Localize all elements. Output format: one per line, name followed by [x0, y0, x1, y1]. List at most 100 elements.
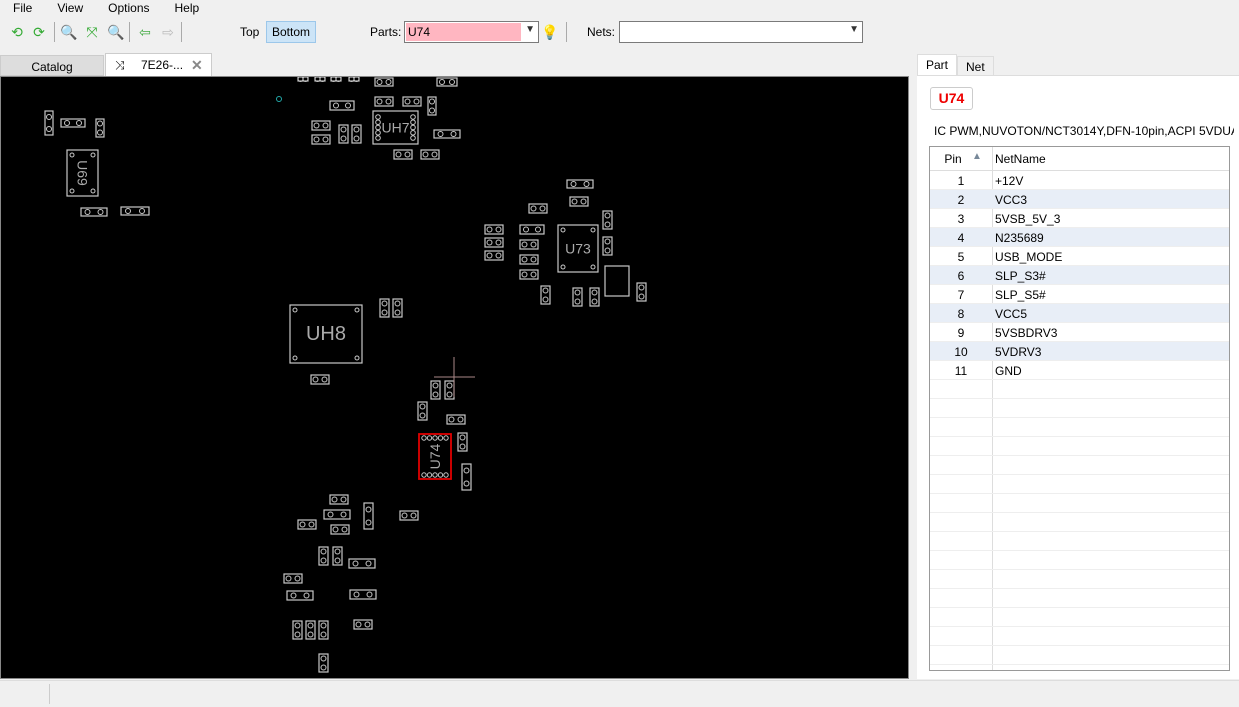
parts-combo[interactable]: U74 ▼: [404, 21, 539, 43]
pad[interactable]: [521, 241, 528, 248]
pad[interactable]: [334, 548, 341, 555]
pad[interactable]: [76, 120, 82, 126]
pad[interactable]: [285, 575, 292, 582]
pad[interactable]: [366, 591, 373, 598]
pad[interactable]: [535, 226, 541, 233]
pad[interactable]: [459, 443, 466, 450]
pad[interactable]: [375, 124, 381, 131]
pad[interactable]: [495, 226, 502, 233]
pad[interactable]: [448, 416, 455, 423]
component-outline[interactable]: [444, 380, 455, 400]
pad[interactable]: [560, 264, 566, 270]
component-outline[interactable]: [353, 619, 373, 630]
pad[interactable]: [429, 107, 435, 114]
pad[interactable]: [294, 622, 301, 629]
pad[interactable]: [443, 472, 449, 478]
pad[interactable]: [354, 307, 360, 313]
pad[interactable]: [437, 435, 444, 441]
pad[interactable]: [385, 98, 392, 105]
pad[interactable]: [341, 526, 348, 533]
pad[interactable]: [320, 631, 327, 638]
pad[interactable]: [530, 241, 537, 248]
pad[interactable]: [353, 591, 360, 598]
pad[interactable]: [332, 526, 339, 533]
table-row[interactable]: 5 USB_MODE: [930, 247, 1229, 266]
pad[interactable]: [375, 129, 381, 136]
pad[interactable]: [583, 181, 590, 187]
bottom-button[interactable]: Bottom: [266, 21, 316, 43]
top-button[interactable]: Top: [240, 25, 259, 39]
pad[interactable]: [638, 293, 645, 300]
component-outline[interactable]: [393, 149, 413, 160]
pad[interactable]: [429, 98, 435, 105]
pad[interactable]: [340, 135, 347, 142]
rotate-right-icon[interactable]: ⟳: [30, 23, 48, 41]
pad[interactable]: [446, 382, 453, 389]
pad[interactable]: [331, 496, 338, 503]
pad[interactable]: [410, 124, 416, 131]
chevron-down-icon[interactable]: ▼: [525, 24, 535, 35]
pad[interactable]: [422, 151, 429, 158]
component-outline[interactable]: [484, 250, 504, 261]
pad[interactable]: [401, 512, 408, 519]
pad[interactable]: [432, 391, 439, 398]
pad[interactable]: [410, 129, 416, 136]
pad[interactable]: [320, 664, 327, 671]
pad[interactable]: [69, 152, 75, 158]
back-arrow-icon[interactable]: ⇦: [136, 23, 154, 41]
table-row[interactable]: [930, 646, 1229, 665]
pad[interactable]: [530, 256, 537, 263]
component-outline[interactable]: [417, 401, 428, 421]
component-outline[interactable]: [589, 287, 600, 307]
pad[interactable]: [395, 151, 402, 158]
pad[interactable]: [365, 560, 372, 567]
pad[interactable]: [459, 434, 466, 441]
forward-arrow-icon[interactable]: ⇨: [159, 23, 177, 41]
pad[interactable]: [410, 119, 416, 126]
pad[interactable]: [449, 79, 455, 85]
pad[interactable]: [385, 79, 392, 85]
table-row[interactable]: [930, 608, 1229, 627]
pad[interactable]: [375, 135, 381, 141]
pad[interactable]: [352, 560, 359, 567]
component-outline[interactable]: [540, 285, 551, 305]
component-outline[interactable]: [374, 96, 394, 107]
pad[interactable]: [321, 376, 328, 383]
pad[interactable]: [591, 298, 598, 305]
component-outline[interactable]: [311, 134, 331, 145]
pad[interactable]: [580, 198, 587, 205]
pad[interactable]: [294, 631, 301, 638]
pad[interactable]: [486, 252, 493, 259]
pad[interactable]: [542, 287, 549, 294]
pad[interactable]: [345, 102, 351, 109]
pad[interactable]: [539, 205, 546, 212]
pad[interactable]: [421, 435, 427, 441]
pad[interactable]: [90, 152, 96, 158]
pad[interactable]: [521, 256, 528, 263]
pad[interactable]: [312, 376, 319, 383]
pad[interactable]: [97, 129, 103, 136]
pad[interactable]: [90, 188, 96, 194]
table-row[interactable]: [930, 532, 1229, 551]
pad[interactable]: [381, 309, 388, 316]
pad[interactable]: [432, 435, 438, 441]
component-outline[interactable]: [519, 254, 539, 265]
pad[interactable]: [439, 79, 445, 85]
tab-catalog[interactable]: Catalog: [0, 55, 104, 76]
pad[interactable]: [574, 289, 581, 296]
pad[interactable]: [457, 416, 464, 423]
pad[interactable]: [97, 209, 104, 215]
pad[interactable]: [443, 435, 449, 441]
tab-net[interactable]: Net: [957, 56, 994, 76]
component-outline[interactable]: [602, 236, 613, 256]
pad[interactable]: [521, 271, 528, 278]
table-row[interactable]: [930, 627, 1229, 646]
component-outline[interactable]: [569, 196, 589, 207]
pad[interactable]: [69, 188, 75, 194]
pad[interactable]: [530, 271, 537, 278]
table-row[interactable]: [930, 494, 1229, 513]
pad[interactable]: [340, 496, 347, 503]
component-outline[interactable]: [283, 573, 303, 584]
pad[interactable]: [292, 355, 298, 361]
pad[interactable]: [97, 120, 103, 127]
